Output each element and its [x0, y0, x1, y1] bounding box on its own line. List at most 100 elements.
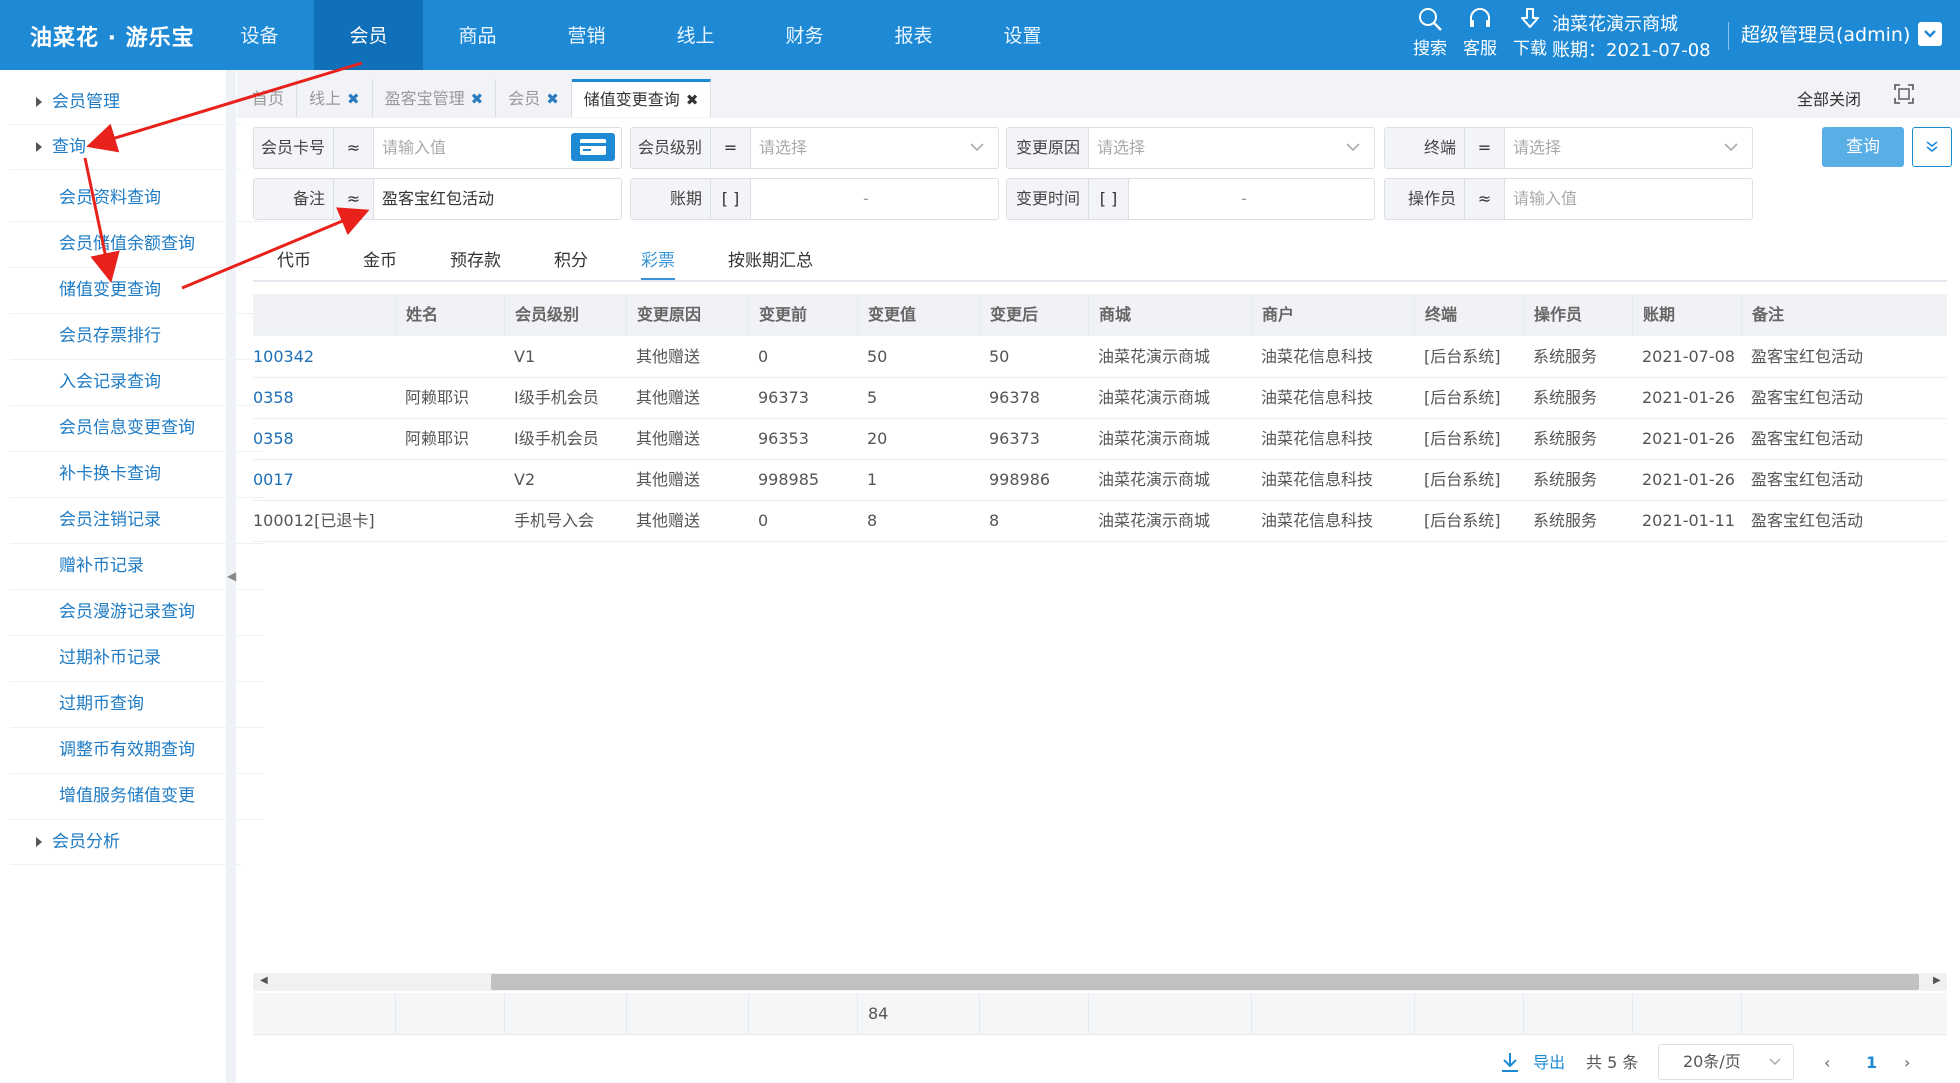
nav-device[interactable]: 设备 — [205, 0, 314, 70]
sum-cell — [748, 993, 857, 1034]
scroll-left-icon[interactable]: ◀ — [260, 975, 268, 986]
col-merchant[interactable]: 商户 — [1251, 294, 1414, 335]
terminal-select[interactable]: 请选择 — [1505, 128, 1752, 168]
nav-goods[interactable]: 商品 — [423, 0, 532, 70]
user-menu-button[interactable] — [1918, 22, 1942, 46]
subtab-period-summary[interactable]: 按账期汇总 — [728, 246, 813, 271]
service-tool[interactable]: 客服 — [1460, 6, 1500, 59]
member-level-filter: 会员级别 = 请选择 — [630, 127, 999, 169]
nav-marketing[interactable]: 营销 — [532, 0, 641, 70]
card-no-link[interactable]: 0358 — [253, 377, 395, 418]
subtab-points[interactable]: 积分 — [554, 246, 588, 271]
col-change-value[interactable]: 变更值 — [857, 294, 979, 335]
fullscreen-button[interactable] — [1894, 84, 1914, 104]
filter-operator[interactable]: [ ] — [711, 179, 751, 219]
active-tab-indicator — [641, 278, 675, 280]
tab-label: 线上 — [309, 89, 342, 108]
cell-remark: 盈客宝红包活动 — [1751, 429, 1864, 448]
select-placeholder: 请选择 — [1513, 138, 1562, 157]
sidebar-group-label: 查询 — [52, 137, 86, 157]
filter-label: 变更时间 — [1007, 179, 1089, 219]
fullscreen-icon — [1894, 84, 1914, 104]
filter-operator[interactable]: ≈ — [334, 128, 374, 168]
filter-label: 变更原因 — [1007, 128, 1089, 168]
double-chevron-down-icon — [1926, 141, 1938, 153]
card-no-link[interactable]: 0358 — [253, 418, 395, 459]
tab-yingkebao[interactable]: 盈客宝管理 ✖ — [373, 79, 497, 117]
page-size-select[interactable]: 20条/页 — [1658, 1044, 1794, 1080]
member-level-select[interactable]: 请选择 — [751, 128, 998, 168]
period-range-input[interactable]: - — [751, 179, 998, 219]
user-name[interactable]: 超级管理员(admin) — [1741, 20, 1910, 47]
cell-mall: 油菜花演示商城 — [1098, 511, 1211, 530]
next-page-button[interactable]: › — [1904, 1046, 1910, 1080]
filter-operator[interactable]: = — [711, 128, 751, 168]
close-icon[interactable]: ✖ — [686, 91, 699, 109]
sidebar-group-member-management[interactable]: 会员管理 — [10, 80, 241, 125]
filter-operator[interactable]: = — [1465, 128, 1505, 168]
filter-operator[interactable]: ≈ — [334, 179, 374, 219]
col-before[interactable]: 变更前 — [748, 294, 857, 335]
col-mall[interactable]: 商城 — [1088, 294, 1251, 335]
nav-settings[interactable]: 设置 — [968, 0, 1077, 70]
current-page[interactable]: 1 — [1866, 1046, 1877, 1080]
query-button[interactable]: 查询 — [1822, 127, 1904, 167]
col-after[interactable]: 变更后 — [979, 294, 1088, 335]
filter-operator[interactable]: ≈ — [1465, 179, 1505, 219]
subtab-gold-coin[interactable]: 金币 — [363, 246, 397, 271]
nav-report[interactable]: 报表 — [859, 0, 968, 70]
sidebar-group-query[interactable]: 查询 — [10, 125, 241, 170]
cell-before: 96373 — [758, 388, 809, 407]
card-no-link[interactable]: 0017 — [253, 459, 395, 500]
download-icon — [1502, 1053, 1518, 1072]
scroll-right-icon[interactable]: ▶ — [1933, 975, 1941, 986]
nav-online[interactable]: 线上 — [641, 0, 750, 70]
remark-input[interactable]: 盈客宝红包活动 — [374, 179, 621, 219]
tab-online[interactable]: 线上 ✖ — [297, 79, 373, 117]
close-icon[interactable]: ✖ — [546, 90, 559, 108]
close-icon[interactable]: ✖ — [347, 90, 360, 108]
subtab-lottery[interactable]: 彩票 — [641, 246, 675, 271]
tab-member[interactable]: 会员 ✖ — [496, 79, 572, 117]
operator-input[interactable]: 请输入值 — [1505, 179, 1752, 219]
close-all-tabs-button[interactable]: 全部关闭 — [1797, 86, 1861, 110]
sidebar-group-member-analysis[interactable]: 会员分析 — [10, 820, 241, 865]
card-no-link[interactable]: 100012[已退卡] — [253, 500, 395, 541]
table-horizontal-scrollbar[interactable]: ◀ ▶ — [253, 973, 1947, 991]
nav-member[interactable]: 会员 — [314, 0, 423, 70]
cell-reason: 其他赠送 — [636, 511, 701, 530]
tab-home[interactable]: 首页 — [240, 79, 298, 117]
cell-remark: 盈客宝红包活动 — [1751, 511, 1864, 530]
col-period[interactable]: 账期 — [1632, 294, 1741, 335]
sidebar-collapse-handle[interactable]: ◀ — [226, 70, 236, 1083]
scrollbar-thumb[interactable] — [491, 974, 1919, 990]
cell-change: 8 — [867, 511, 878, 530]
col-terminal[interactable]: 终端 — [1414, 294, 1523, 335]
download-icon — [1521, 8, 1539, 28]
expand-filters-button[interactable] — [1912, 127, 1952, 167]
subtab-prepaid[interactable]: 预存款 — [450, 246, 501, 271]
sidebar-group-label: 会员分析 — [52, 832, 120, 852]
col-name[interactable]: 姓名 — [395, 294, 504, 335]
prev-page-button[interactable]: ‹ — [1824, 1046, 1830, 1080]
cell-after: 50 — [989, 347, 1010, 366]
export-button[interactable]: 导出 — [1500, 1046, 1565, 1080]
filter-operator[interactable]: [ ] — [1089, 179, 1129, 219]
tab-stored-value-change-query[interactable]: 储值变更查询 ✖ — [571, 79, 712, 117]
change-reason-select[interactable]: 请选择 — [1089, 128, 1374, 168]
cell-terminal: [后台系统] — [1424, 347, 1501, 366]
search-tool[interactable]: 搜索 — [1410, 6, 1450, 59]
col-card-no[interactable] — [253, 294, 395, 335]
nav-finance[interactable]: 财务 — [750, 0, 859, 70]
col-member-level[interactable]: 会员级别 — [504, 294, 626, 335]
col-change-reason[interactable]: 变更原因 — [626, 294, 748, 335]
card-no-link[interactable]: 100342 — [253, 336, 395, 377]
close-icon[interactable]: ✖ — [471, 90, 484, 108]
change-time-range-input[interactable]: - — [1129, 179, 1374, 219]
col-operator[interactable]: 操作员 — [1523, 294, 1632, 335]
cell-period: 2021-01-26 — [1642, 470, 1735, 489]
download-tool[interactable]: 下载 — [1510, 6, 1550, 59]
col-remark[interactable]: 备注 — [1741, 294, 1947, 335]
read-card-button[interactable] — [571, 133, 615, 161]
subtab-token[interactable]: 代币 — [277, 246, 311, 271]
